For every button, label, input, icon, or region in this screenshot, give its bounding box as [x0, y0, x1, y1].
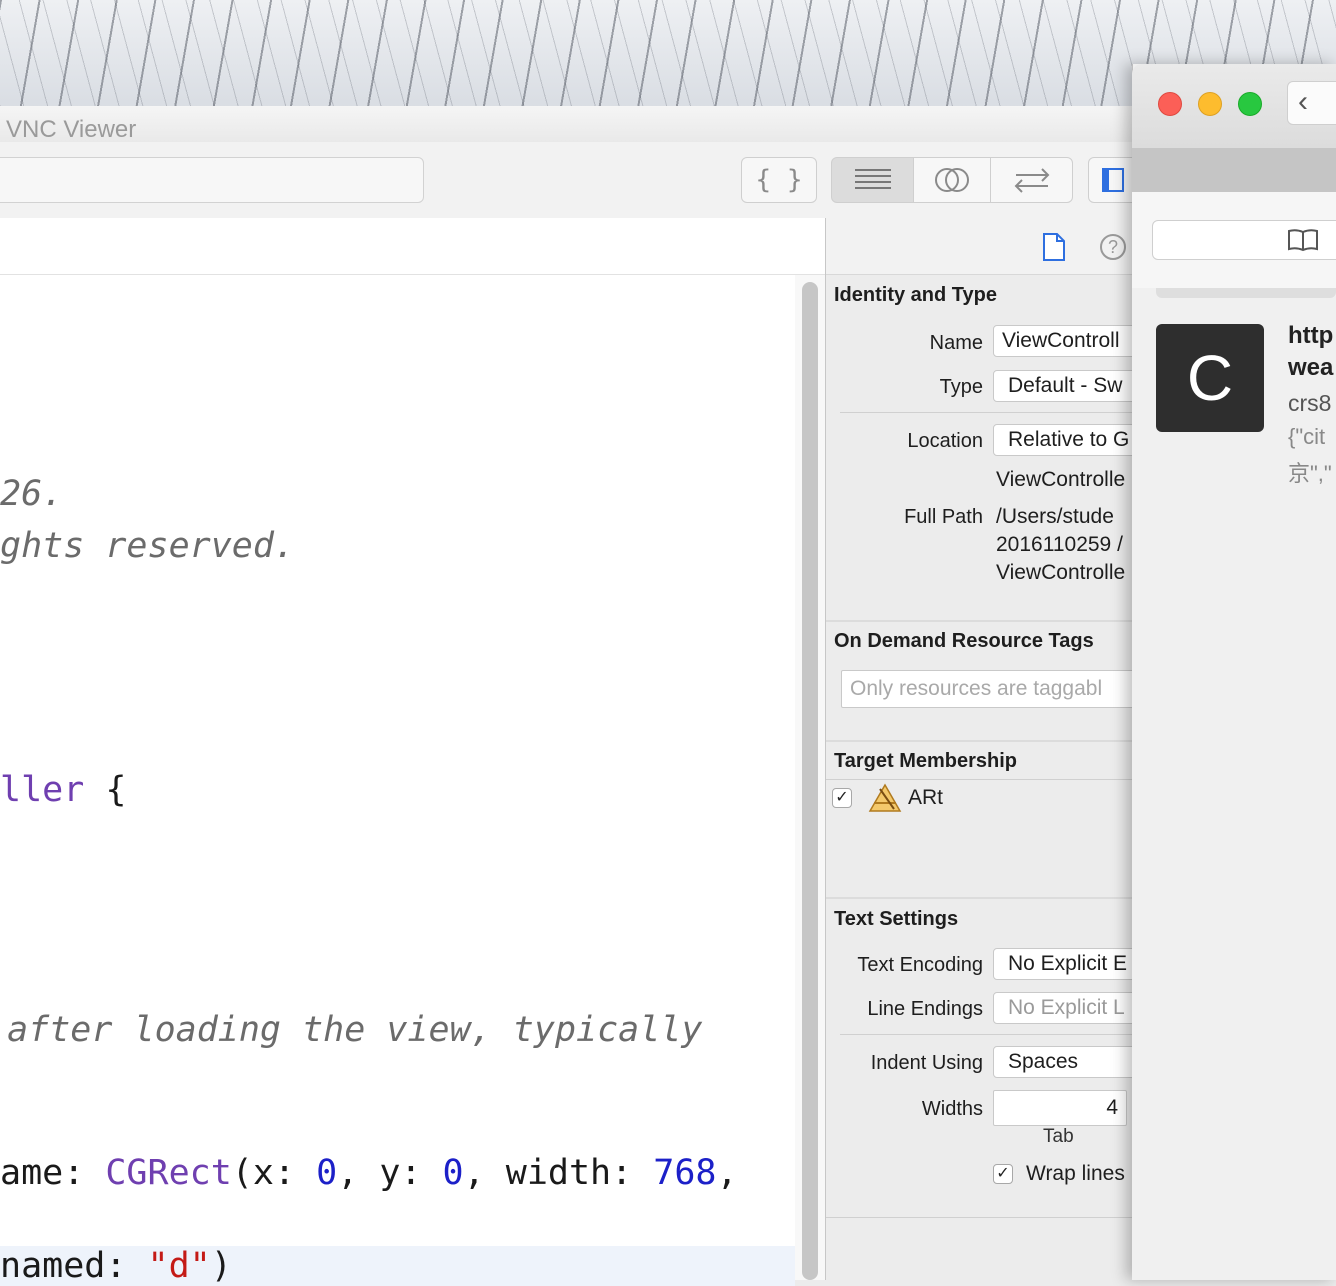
full-path-label: Full Path [904, 506, 983, 528]
section-separator [826, 620, 1146, 622]
text-encoding-label: Text Encoding [857, 954, 983, 976]
divider [826, 779, 1146, 780]
code-token: named: [0, 1246, 148, 1286]
zoom-window-button[interactable] [1238, 92, 1262, 116]
code-comment-line: ghts reserved. [0, 526, 296, 566]
target-checkbox[interactable]: ✓ [832, 788, 852, 808]
code-token: CGRect [105, 1153, 232, 1193]
target-name: ARt [908, 786, 944, 809]
code-token: ller [0, 770, 85, 810]
code-line: named: "d") [0, 1246, 232, 1286]
full-path-line: /Users/stude [996, 505, 1114, 528]
text-encoding-popup[interactable]: No Explicit E [993, 948, 1143, 980]
back-button[interactable]: ‹ [1287, 81, 1336, 125]
tab-width-caption: Tab [1043, 1126, 1074, 1147]
close-window-button[interactable] [1158, 92, 1182, 116]
inspector-tab-bar [826, 218, 1146, 275]
wrap-lines-checkbox[interactable]: ✓ [993, 1164, 1013, 1184]
code-line: ller { [0, 770, 126, 810]
resource-tags-field[interactable]: Only resources are taggabl [841, 670, 1141, 708]
app-target-icon [868, 783, 902, 813]
name-label: Name [929, 332, 983, 354]
version-editor-button[interactable] [990, 157, 1073, 203]
code-token: , [716, 1153, 738, 1193]
indent-using-label: Indent Using [870, 1052, 983, 1074]
wrap-lines-label: Wrap lines [1026, 1162, 1125, 1185]
vnc-window-title: VNC Viewer [6, 116, 137, 143]
quick-help-icon[interactable]: ? [1100, 234, 1126, 260]
result-subtitle: crs8 [1288, 390, 1332, 416]
code-token: , y: [337, 1153, 443, 1193]
overlap-circles-icon [935, 168, 969, 192]
result-snippet-line: 京"," [1288, 461, 1332, 486]
navigator-toggle-button[interactable] [1088, 157, 1138, 203]
full-path-line: ViewControlle [996, 561, 1126, 584]
arrows-icon [1014, 168, 1049, 193]
jump-bar [0, 218, 825, 275]
section-separator [826, 740, 1146, 742]
type-popup[interactable]: Default - Sw [993, 370, 1143, 402]
file-inspector-icon[interactable] [1041, 232, 1067, 262]
line-endings-label: Line Endings [867, 998, 983, 1020]
indent-using-popup[interactable]: Spaces [993, 1046, 1143, 1078]
reader-book-icon[interactable] [1287, 228, 1319, 258]
sidebar-icon [1102, 168, 1124, 192]
avatar: C [1156, 324, 1264, 432]
code-token: 0 [316, 1153, 338, 1193]
section-separator [826, 897, 1146, 899]
standard-editor-button[interactable] [831, 157, 914, 203]
code-token: (x: [231, 1153, 317, 1193]
browser-tab-strip [1132, 148, 1336, 192]
location-popup[interactable]: Relative to G [993, 424, 1143, 456]
lines-icon [854, 169, 891, 189]
divider [840, 1034, 1140, 1035]
code-token: "d" [147, 1246, 211, 1286]
result-snippet-line: {"cit [1288, 424, 1326, 449]
code-token: 0 [442, 1153, 464, 1193]
name-field[interactable]: ViewControll [993, 325, 1143, 357]
code-token: , width: [463, 1153, 654, 1193]
library-button[interactable]: { } [741, 157, 817, 203]
tab-width-field[interactable]: 4 [993, 1090, 1127, 1126]
code-comment-line: 26. [0, 474, 64, 514]
assistant-editor-button[interactable] [913, 157, 991, 203]
minimize-window-button[interactable] [1198, 92, 1222, 116]
identity-section-title: Identity and Type [834, 284, 997, 306]
odr-section-title: On Demand Resource Tags [834, 630, 1094, 652]
divider [826, 1217, 1146, 1218]
target-section-title: Target Membership [834, 750, 1017, 772]
result-title-line[interactable]: http [1288, 322, 1333, 350]
code-token: { [84, 770, 127, 810]
code-token: 768 [653, 1153, 717, 1193]
result-title-line[interactable]: wea [1288, 354, 1333, 382]
line-endings-popup[interactable]: No Explicit L [993, 992, 1143, 1024]
content-strip [1156, 288, 1336, 298]
location-label: Location [907, 430, 983, 452]
editor-scrollbar-thumb[interactable] [802, 282, 818, 1280]
divider [840, 412, 1140, 413]
full-path-line: 2016110259 / [996, 533, 1123, 556]
code-token: ) [210, 1246, 232, 1286]
code-token: ame: [0, 1153, 106, 1193]
code-comment-line: after loading the view, typically [0, 1010, 703, 1050]
activity-viewer [0, 157, 424, 203]
location-filename: ViewControlle [996, 468, 1126, 491]
text-settings-title: Text Settings [834, 908, 959, 930]
type-label: Type [939, 376, 983, 398]
code-line: ame: CGRect(x: 0, y: 0, width: 768, [0, 1153, 738, 1193]
widths-label: Widths [921, 1098, 983, 1120]
